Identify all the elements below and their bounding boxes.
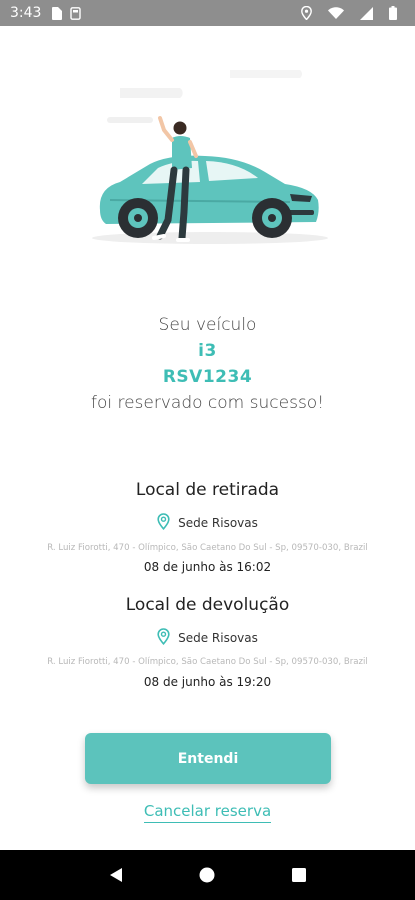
- map-pin-icon: [157, 513, 170, 533]
- dropoff-place: Sede Risovas: [178, 631, 258, 645]
- home-icon[interactable]: [192, 860, 222, 890]
- message-line-1: Seu veículo: [158, 315, 257, 335]
- pickup-title: Local de retirada: [135, 480, 280, 500]
- status-time: 3:43: [10, 5, 42, 21]
- signal-icon: [360, 6, 373, 20]
- dropoff-datetime: 08 de junho às 19:20: [143, 675, 272, 689]
- vehicle-model: i3: [198, 341, 217, 361]
- location-icon: [301, 6, 312, 20]
- battery-icon: [389, 6, 397, 20]
- navigation-bar: [0, 850, 415, 900]
- cancel-reservation-label[interactable]: Cancelar reserva: [143, 802, 272, 823]
- cancel-reservation-link[interactable]: Cancelar reserva: [0, 802, 415, 823]
- recents-icon[interactable]: [284, 860, 314, 890]
- pickup-location: Sede Risovas: [0, 513, 415, 533]
- pickup-place: Sede Risovas: [178, 516, 258, 530]
- pickup-datetime: 08 de junho às 16:02: [143, 560, 272, 574]
- back-icon[interactable]: [101, 860, 131, 890]
- sim-card-icon: [51, 6, 63, 20]
- pickup-address: R. Luiz Fiorotti, 470 - Olímpico, São Ca…: [47, 543, 368, 553]
- message-line-2: foi reservado com sucesso!: [90, 393, 325, 413]
- dropoff-title: Local de devolução: [125, 595, 290, 615]
- dropoff-location: Sede Risovas: [0, 628, 415, 648]
- sd-card-icon: [70, 6, 82, 20]
- wifi-icon: [328, 7, 344, 19]
- status-bar: 3:43: [0, 0, 415, 26]
- dropoff-address: R. Luiz Fiorotti, 470 - Olímpico, São Ca…: [47, 657, 368, 667]
- vehicle-plate: RSV1234: [162, 367, 253, 387]
- map-pin-icon: [157, 628, 170, 648]
- car-illustration: [80, 60, 340, 260]
- confirm-button[interactable]: Entendi: [85, 733, 331, 784]
- success-message: Seu veículo i3 RSV1234 foi reservado com…: [0, 312, 415, 416]
